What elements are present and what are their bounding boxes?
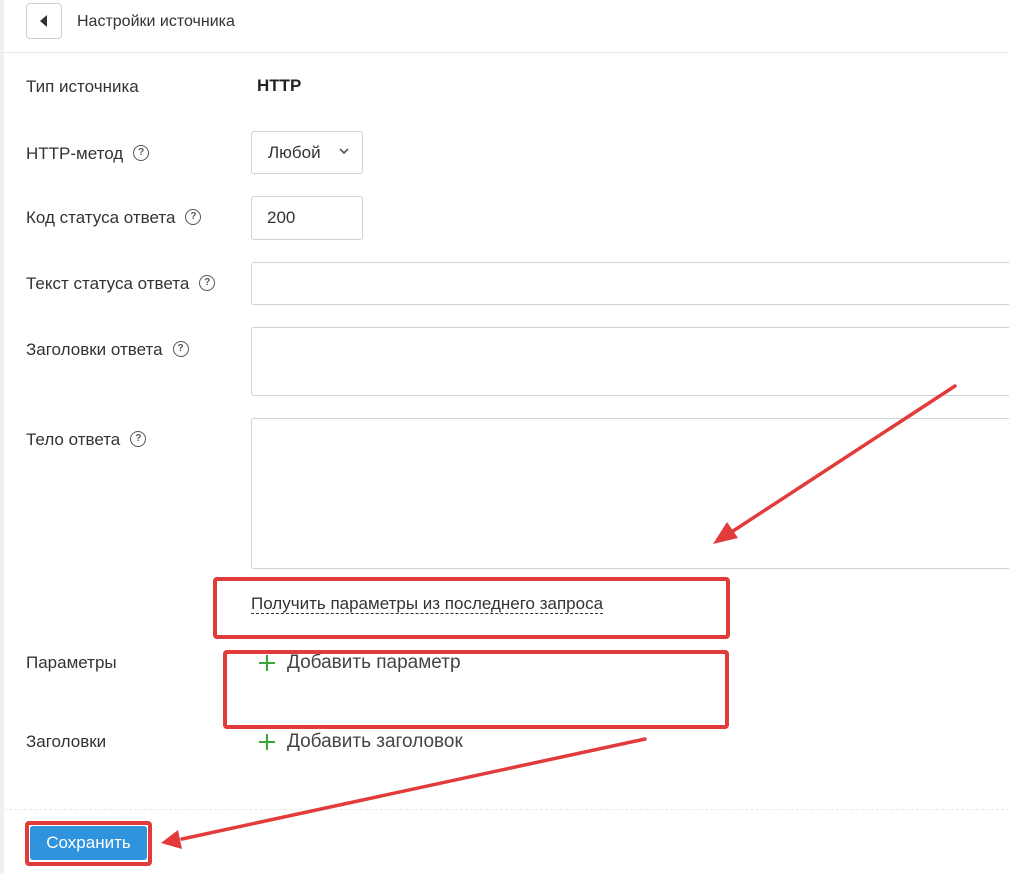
http-method-selected: Любой bbox=[268, 142, 321, 162]
add-header-label: Добавить заголовок bbox=[287, 731, 463, 752]
question-icon[interactable]: ? bbox=[130, 430, 147, 447]
response-body-label: Тело ответа? bbox=[26, 430, 147, 450]
status-code-input[interactable] bbox=[251, 196, 363, 240]
page-title: Настройки источника bbox=[77, 13, 235, 30]
headers-label: Заголовки bbox=[26, 732, 107, 751]
http-method-select[interactable]: Любой bbox=[251, 131, 363, 174]
footer-divider bbox=[4, 809, 1009, 810]
question-icon[interactable]: ? bbox=[199, 274, 216, 291]
source-type-label: Тип источника bbox=[26, 77, 139, 96]
add-header-button[interactable]: Добавить заголовок bbox=[258, 731, 463, 753]
question-icon[interactable]: ? bbox=[172, 340, 189, 357]
plus-icon bbox=[259, 655, 275, 671]
params-label: Параметры bbox=[26, 653, 117, 672]
status-text-label: Текст статуса ответа? bbox=[26, 274, 216, 294]
fetch-params-link[interactable]: Получить параметры из последнего запроса bbox=[251, 594, 604, 614]
chevron-down-icon bbox=[339, 148, 349, 155]
response-headers-textarea[interactable] bbox=[251, 327, 1009, 396]
question-icon[interactable]: ? bbox=[185, 208, 202, 225]
back-button[interactable] bbox=[26, 3, 62, 39]
plus-icon bbox=[259, 734, 275, 750]
status-text-input[interactable] bbox=[251, 262, 1009, 305]
http-method-label: HTTP-метод? bbox=[26, 144, 150, 164]
question-icon[interactable]: ? bbox=[133, 144, 150, 161]
back-arrow-icon bbox=[40, 15, 47, 27]
add-param-button[interactable]: Добавить параметр bbox=[258, 652, 461, 674]
annotation-arrow-save bbox=[161, 737, 647, 849]
response-body-textarea[interactable] bbox=[251, 418, 1009, 569]
save-button[interactable]: Сохранить bbox=[30, 826, 147, 860]
page-header: Настройки источника bbox=[4, 0, 1009, 53]
response-headers-label: Заголовки ответа? bbox=[26, 340, 189, 360]
add-param-label: Добавить параметр bbox=[287, 652, 461, 673]
status-code-label: Код статуса ответа? bbox=[26, 208, 202, 228]
left-strip bbox=[0, 0, 4, 874]
source-type-value: HTTP bbox=[257, 76, 302, 95]
